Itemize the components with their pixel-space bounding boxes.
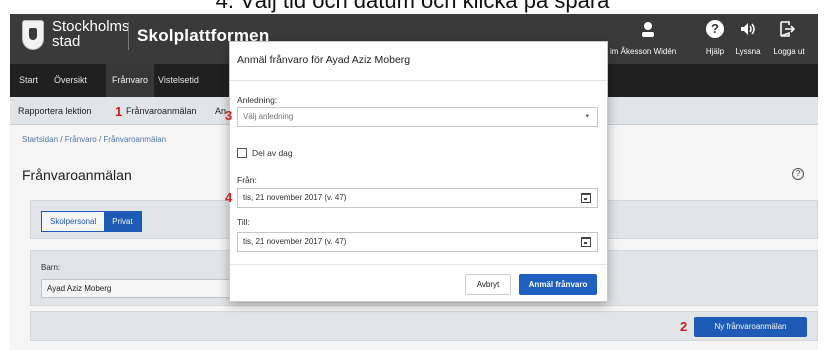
reason-placeholder: Välj anledning	[243, 112, 294, 121]
logout-link[interactable]: Logga ut	[770, 47, 808, 56]
step-marker-4: 4	[225, 190, 233, 205]
part-of-day-checkbox[interactable]	[237, 148, 247, 158]
part-of-day-label[interactable]: Del av dag	[252, 148, 293, 158]
brand-divider	[128, 22, 129, 50]
dialog-title: Anmäl frånvaro för Ayad Aziz Moberg	[237, 54, 411, 66]
user-name[interactable]: im Åkesson Widén	[610, 47, 676, 56]
from-date-field[interactable]: tis, 21 november 2017 (v. 47)	[237, 188, 598, 208]
reason-select[interactable]: Välj anledning ▾	[237, 107, 598, 127]
listen-link[interactable]: Lyssna	[731, 47, 765, 56]
speaker-icon[interactable]	[739, 20, 757, 38]
to-date-value: tis, 21 november 2017 (v. 47)	[243, 237, 347, 246]
calendar-icon[interactable]	[581, 237, 591, 247]
help-icon[interactable]: ?	[706, 20, 724, 38]
user-icon[interactable]	[639, 20, 657, 38]
chevron-down-icon: ▾	[585, 113, 589, 120]
instruction-caption: 4. Välj tid och datum och klicka på spar…	[0, 0, 825, 14]
instruction-text: 4. Välj tid och datum och klicka på spar…	[215, 0, 610, 13]
reason-label: Anledning:	[237, 95, 278, 105]
to-label: Till:	[237, 217, 250, 227]
dialog-divider	[230, 80, 607, 81]
absence-dialog: Anmäl frånvaro för Ayad Aziz Moberg Anle…	[225, 41, 608, 302]
city-name-line2: stad	[52, 33, 81, 50]
help-link[interactable]: Hjälp	[699, 47, 731, 56]
city-logo[interactable]: Stockholms stad	[52, 19, 132, 49]
to-date-field[interactable]: tis, 21 november 2017 (v. 47)	[237, 232, 598, 252]
from-label: Från:	[237, 175, 257, 185]
dialog-footer-divider	[230, 264, 607, 265]
step-marker-3: 3	[225, 108, 233, 123]
city-name-line1: Stockholms	[52, 18, 130, 35]
logout-icon[interactable]	[778, 20, 796, 38]
city-crest-icon[interactable]	[22, 20, 44, 50]
calendar-icon[interactable]	[581, 193, 591, 203]
report-absence-button[interactable]: Anmäl frånvaro	[519, 274, 597, 295]
from-date-value: tis, 21 november 2017 (v. 47)	[243, 193, 347, 202]
cancel-button[interactable]: Avbryt	[465, 274, 511, 295]
